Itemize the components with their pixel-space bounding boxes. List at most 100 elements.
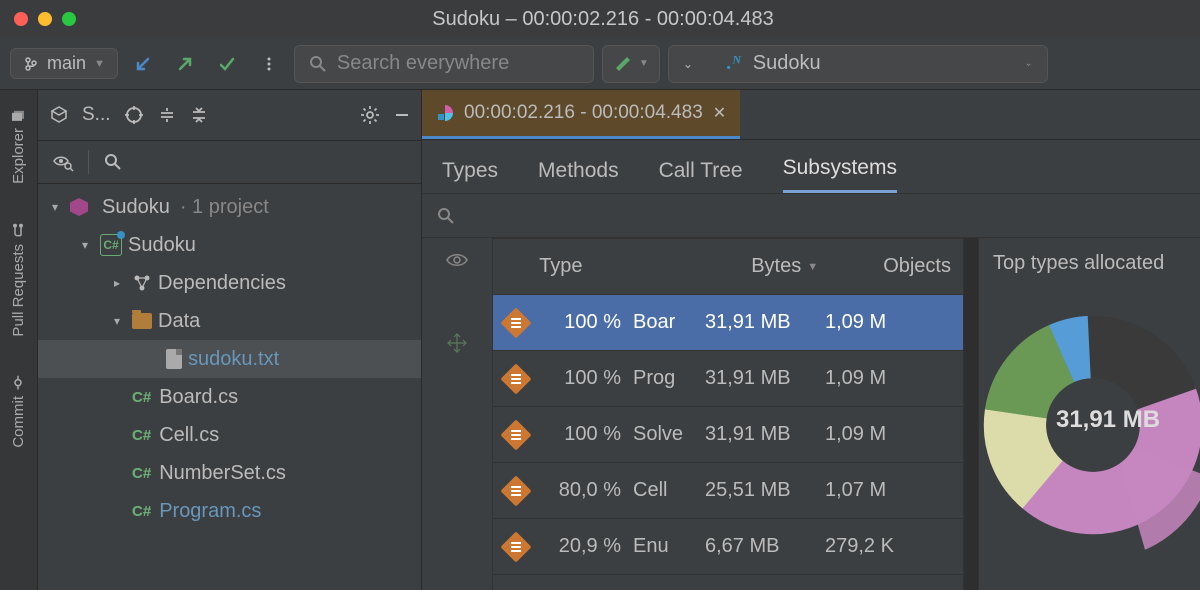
csharp-file-icon: C# xyxy=(132,389,153,406)
table-row[interactable]: 100 % Solve 31,91 MB 1,09 M xyxy=(493,407,963,463)
file-item-cell[interactable]: C# Cell.cs xyxy=(38,416,421,454)
chevron-down-icon[interactable] xyxy=(108,314,126,328)
close-tab-icon[interactable]: ✕ xyxy=(713,103,726,123)
zoom-window-button[interactable] xyxy=(62,12,76,26)
chevron-down-icon[interactable] xyxy=(46,200,64,214)
solution-suffix: · 1 project xyxy=(180,196,269,219)
minimize-window-button[interactable] xyxy=(38,12,52,26)
vertical-scrollbar[interactable] xyxy=(964,238,978,590)
titlebar: Sudoku – 00:00:02.216 - 00:00:04.483 xyxy=(0,0,1200,38)
file-item-numberset[interactable]: C# NumberSet.cs xyxy=(38,454,421,492)
folder-item[interactable]: Data xyxy=(38,302,421,340)
text-file-icon xyxy=(166,349,182,369)
file-name: Program.cs xyxy=(159,500,261,523)
solution-tree[interactable]: Sudoku · 1 project C# Sudoku Dependencie… xyxy=(38,184,421,590)
sort-desc-icon: ▼ xyxy=(807,261,818,273)
namespace-icon xyxy=(500,419,531,450)
commit-push-button[interactable] xyxy=(168,47,202,81)
update-project-button[interactable] xyxy=(126,47,160,81)
file-name: sudoku.txt xyxy=(188,348,279,371)
editor-area: 00:00:02.216 - 00:00:04.483 ✕ Types Meth… xyxy=(422,90,1200,590)
file-item-board[interactable]: C# Board.cs xyxy=(38,378,421,416)
chevron-down-icon: ⌄ xyxy=(1024,58,1032,69)
dependencies-item[interactable]: Dependencies xyxy=(38,264,421,302)
namespace-icon xyxy=(500,531,531,562)
file-item-program[interactable]: C# Program.cs xyxy=(38,492,421,530)
namespace-icon xyxy=(500,475,531,506)
project-item[interactable]: C# Sudoku xyxy=(38,226,421,264)
file-item-sudoku-txt[interactable]: sudoku.txt xyxy=(38,340,421,378)
solution-icon xyxy=(70,198,88,216)
explorer-toolbar: S... xyxy=(38,90,421,140)
namespace-icon xyxy=(500,307,531,338)
solution-name: Sudoku xyxy=(102,196,170,219)
window-controls xyxy=(0,12,76,26)
table-header: Type Bytes ▼ Objects xyxy=(493,239,963,295)
expand-all-icon[interactable] xyxy=(157,105,177,125)
allocation-table: Type Bytes ▼ Objects 100 % Boar 31,91 MB… xyxy=(492,238,964,590)
explorer-view-label: S... xyxy=(82,104,111,126)
chevron-down-icon[interactable] xyxy=(76,238,94,252)
panel-title: Top types allocated xyxy=(993,252,1186,275)
profiler-subtabs: Types Methods Call Tree Subsystems xyxy=(422,140,1200,194)
branch-picker[interactable]: main ▼ xyxy=(10,48,118,79)
file-name: Board.cs xyxy=(159,386,238,409)
chevron-down-icon: ▼ xyxy=(639,58,649,69)
branch-icon xyxy=(23,56,39,72)
dotnet-icon: .ᴺ xyxy=(727,52,741,75)
solution-view-icon[interactable] xyxy=(48,104,70,126)
folder-icon xyxy=(132,313,152,329)
table-row[interactable]: 80,0 % Cell 25,51 MB 1,07 M xyxy=(493,463,963,519)
table-row[interactable]: 100 % Prog 31,91 MB 1,09 M xyxy=(493,351,963,407)
table-row[interactable]: 20,9 % Enu 6,67 MB 279,2 K xyxy=(493,519,963,575)
csharp-file-icon: C# xyxy=(132,503,153,520)
more-vertical-icon xyxy=(261,56,277,72)
chevron-down-icon: ⌄ xyxy=(683,57,693,71)
folder-stack-icon xyxy=(12,108,26,122)
move-icon[interactable] xyxy=(446,332,468,354)
profiler-snapshot-tab[interactable]: 00:00:02.216 - 00:00:04.483 ✕ xyxy=(422,90,740,139)
checkmark-icon xyxy=(217,54,237,74)
csharp-file-icon: C# xyxy=(132,427,153,444)
eye-search-icon[interactable] xyxy=(52,151,74,173)
pull-request-icon xyxy=(12,224,26,238)
explorer-search-row xyxy=(38,140,421,184)
collapse-all-icon[interactable] xyxy=(189,105,209,125)
header-bytes[interactable]: Bytes ▼ xyxy=(751,255,871,278)
chevron-right-icon[interactable] xyxy=(108,276,126,290)
tab-title: 00:00:02.216 - 00:00:04.483 xyxy=(464,102,703,124)
explorer-panel: S... Sudoku · 1 project C# xyxy=(38,90,422,590)
run-configuration-selector[interactable]: ⌄ .ᴺ Sudoku ⌄ xyxy=(668,45,1048,83)
solution-root-item[interactable]: Sudoku · 1 project xyxy=(38,188,421,226)
table-row[interactable]: 100 % Boar 31,91 MB 1,09 M xyxy=(493,295,963,351)
target-icon[interactable] xyxy=(123,104,145,126)
eye-icon[interactable] xyxy=(445,248,469,272)
search-icon[interactable] xyxy=(436,206,456,226)
allocation-donut-chart: 31,91 MB xyxy=(1003,315,1200,525)
checkmark-button[interactable] xyxy=(210,47,244,81)
subsystems-subtab[interactable]: Subsystems xyxy=(783,156,897,193)
build-button[interactable]: ▼ xyxy=(602,45,660,83)
minimize-panel-icon[interactable] xyxy=(393,106,411,124)
profiler-content: Type Bytes ▼ Objects 100 % Boar 31,91 MB… xyxy=(422,238,1200,590)
header-type[interactable]: Type xyxy=(539,255,739,278)
close-window-button[interactable] xyxy=(14,12,28,26)
types-subtab[interactable]: Types xyxy=(442,159,498,193)
pull-requests-stripe-tab[interactable]: Pull Requests xyxy=(10,214,27,347)
search-everywhere-input[interactable]: Search everywhere xyxy=(294,45,594,83)
editor-tab-row: 00:00:02.216 - 00:00:04.483 ✕ xyxy=(422,90,1200,140)
run-config-name: Sudoku xyxy=(753,52,821,75)
commit-stripe-tab[interactable]: Commit xyxy=(10,366,27,458)
search-icon[interactable] xyxy=(103,152,123,172)
gear-icon[interactable] xyxy=(359,104,381,126)
csharp-file-icon: C# xyxy=(132,465,153,482)
tool-window-stripe-left: Explorer Pull Requests Commit xyxy=(0,90,38,590)
explorer-stripe-tab[interactable]: Explorer xyxy=(10,98,27,194)
commit-icon xyxy=(12,376,26,390)
methods-subtab[interactable]: Methods xyxy=(538,159,619,193)
call-tree-subtab[interactable]: Call Tree xyxy=(659,159,743,193)
header-objects[interactable]: Objects xyxy=(883,255,951,278)
search-placeholder: Search everywhere xyxy=(337,52,509,75)
branch-name: main xyxy=(47,53,86,74)
more-vcs-button[interactable] xyxy=(252,47,286,81)
